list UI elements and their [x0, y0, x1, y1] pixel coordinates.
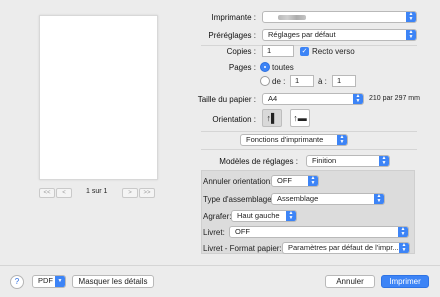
presets-popup[interactable]: Réglages par défaut ▲ ▼ — [262, 29, 417, 41]
chevron-updown-icon: ▲ ▼ — [353, 94, 363, 104]
staple-label: Agrafer: — [203, 212, 232, 221]
page-counter: 1 sur 1 — [86, 188, 108, 195]
cancel-orientation-label: Annuler orientation: — [203, 177, 273, 186]
duplex-checkbox[interactable]: ✓ — [300, 47, 309, 56]
portrait-orientation-icon[interactable]: ↑▌ — [262, 109, 282, 127]
cancel-button[interactable]: Annuler — [325, 275, 375, 288]
help-button[interactable]: ? — [10, 275, 24, 289]
divider — [201, 45, 417, 46]
landscape-orientation-icon[interactable]: ↑▬ — [290, 109, 310, 127]
divider — [201, 131, 417, 132]
chevron-updown-icon: ▲ ▼ — [398, 227, 408, 237]
divider — [201, 149, 417, 150]
hide-details-button[interactable]: Masquer les détails — [72, 275, 154, 288]
pages-all-label: toutes — [272, 63, 294, 72]
previous-page-button[interactable]: < — [56, 188, 72, 198]
staple-value: Haut gauche — [237, 211, 280, 220]
duplex-label: Recto verso — [312, 47, 355, 56]
booklet-paper-value: Paramètres par défaut de l'impr... — [288, 243, 399, 252]
printer-label: Imprimante : — [211, 13, 256, 22]
presets-label: Préréglages : — [208, 31, 256, 40]
next-page-button[interactable]: > — [122, 188, 138, 198]
chevron-updown-icon: ▲ ▼ — [308, 176, 318, 186]
staple-popup[interactable]: Haut gauche ▲ ▼ — [231, 210, 297, 222]
pages-range-radio[interactable] — [260, 76, 270, 86]
booklet-paper-label: Livret - Format papier: — [203, 244, 282, 253]
page-preview — [39, 15, 158, 180]
pdf-menu-button[interactable]: PDF ▼ — [32, 275, 66, 288]
chevron-updown-icon: ▲ ▼ — [406, 30, 416, 40]
booklet-popup[interactable]: OFF ▲ ▼ — [229, 226, 409, 238]
pages-from-label: de : — [272, 77, 286, 86]
copies-field[interactable]: 1 — [262, 45, 294, 57]
feature-sets-popup[interactable]: Finition ▲ ▼ — [306, 155, 390, 167]
section-popup[interactable]: Fonctions d'imprimante ▲ ▼ — [240, 134, 348, 146]
feature-sets-value: Finition — [312, 156, 337, 165]
feature-sets-label: Modèles de réglages : — [219, 157, 298, 166]
pages-all-radio[interactable] — [260, 62, 270, 72]
chevron-down-icon: ▼ — [55, 276, 65, 287]
chevron-updown-icon: ▲ ▼ — [374, 194, 384, 204]
pdf-label: PDF — [38, 276, 53, 285]
presets-value: Réglages par défaut — [268, 30, 336, 39]
footer-divider — [0, 265, 440, 266]
orientation-label: Orientation : — [212, 115, 256, 124]
paper-size-popup[interactable]: A4 ▲ ▼ — [262, 93, 364, 105]
assembly-type-popup[interactable]: Assemblage ▲ ▼ — [271, 193, 385, 205]
paper-size-value: A4 — [268, 94, 278, 103]
pages-to-label: à : — [318, 77, 327, 86]
paper-size-label: Taille du papier : — [197, 95, 256, 104]
booklet-paper-popup[interactable]: Paramètres par défaut de l'impr... ▲ ▼ — [282, 242, 410, 254]
booklet-label: Livret: — [203, 228, 225, 237]
pages-from-field[interactable]: 1 — [290, 75, 314, 87]
pages-label: Pages : — [228, 63, 256, 72]
last-page-button[interactable]: >> — [139, 188, 155, 198]
chevron-updown-icon: ▲ ▼ — [406, 12, 416, 22]
cancel-orientation-popup[interactable]: OFF ▲ ▼ — [271, 175, 319, 187]
chevron-updown-icon: ▲ ▼ — [337, 135, 347, 145]
booklet-value: OFF — [235, 227, 250, 236]
first-page-button[interactable]: << — [39, 188, 55, 198]
chevron-updown-icon: ▲ ▼ — [399, 243, 409, 253]
section-value: Fonctions d'imprimante — [246, 135, 324, 144]
chevron-updown-icon: ▲ ▼ — [286, 211, 296, 221]
pages-to-field[interactable]: 1 — [332, 75, 356, 87]
cancel-orientation-value: OFF — [277, 176, 292, 185]
chevron-updown-icon: ▲ ▼ — [379, 156, 389, 166]
printer-name-redacted — [278, 15, 306, 20]
copies-label: Copies : — [226, 47, 256, 56]
assembly-type-label: Type d'assemblage: — [203, 195, 274, 204]
print-button[interactable]: Imprimer — [381, 275, 429, 288]
assembly-type-value: Assemblage — [277, 194, 319, 203]
paper-dimensions: 210 par 297 mm — [369, 95, 420, 102]
